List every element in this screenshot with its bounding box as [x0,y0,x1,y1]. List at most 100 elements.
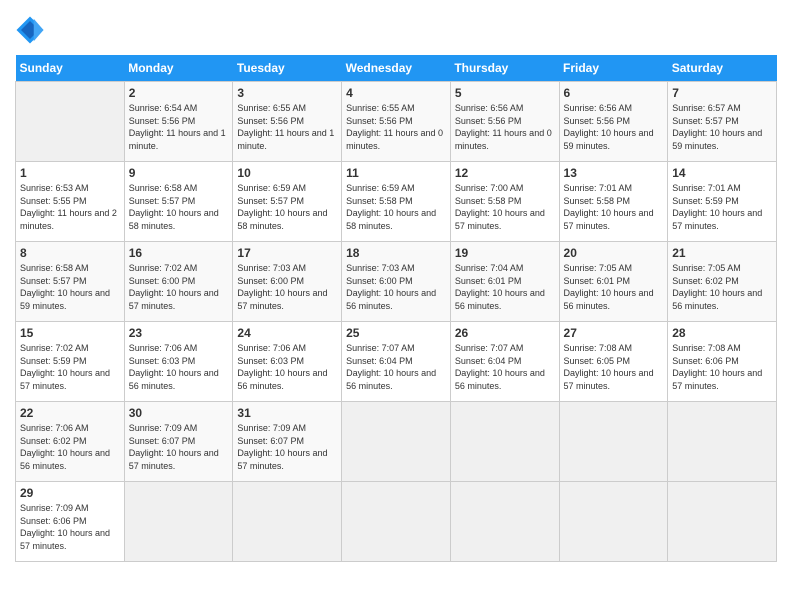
calendar-week-row: 2 Sunrise: 6:54 AMSunset: 5:56 PMDaylight… [16,82,777,162]
day-number: 4 [346,86,446,100]
day-info: Sunrise: 7:02 AMSunset: 5:59 PMDaylight:… [20,342,120,392]
calendar-day-cell: 19 Sunrise: 7:04 AMSunset: 6:01 PMDayligh… [450,242,559,322]
day-number: 18 [346,246,446,260]
day-number: 7 [672,86,772,100]
calendar-day-cell [124,482,233,562]
weekday-header: Monday [124,55,233,82]
day-info: Sunrise: 6:55 AMSunset: 5:56 PMDaylight:… [346,102,446,152]
day-info: Sunrise: 7:09 AMSunset: 6:06 PMDaylight:… [20,502,120,552]
calendar-week-row: 15 Sunrise: 7:02 AMSunset: 5:59 PMDayligh… [16,322,777,402]
day-info: Sunrise: 6:55 AMSunset: 5:56 PMDaylight:… [237,102,337,152]
calendar-week-row: 22Sunrise: 7:06 AMSunset: 6:02 PMDayligh… [16,402,777,482]
day-number: 10 [237,166,337,180]
day-number: 26 [455,326,555,340]
calendar-week-row: 29 Sunrise: 7:09 AMSunset: 6:06 PMDayligh… [16,482,777,562]
day-number: 29 [20,486,120,500]
day-number: 14 [672,166,772,180]
weekday-header: Saturday [668,55,777,82]
calendar-day-cell: 31 Sunrise: 7:09 AMSunset: 6:07 PMDayligh… [233,402,342,482]
day-number: 25 [346,326,446,340]
day-number: 23 [129,326,229,340]
calendar-day-cell [559,402,668,482]
weekday-header: Tuesday [233,55,342,82]
day-number: 9 [129,166,229,180]
day-number: 15 [20,326,120,340]
calendar-day-cell: 15 Sunrise: 7:02 AMSunset: 5:59 PMDayligh… [16,322,125,402]
day-number: 3 [237,86,337,100]
day-number: 19 [455,246,555,260]
calendar-day-cell: 28 Sunrise: 7:08 AMSunset: 6:06 PMDayligh… [668,322,777,402]
calendar-day-cell [342,402,451,482]
day-number: 13 [564,166,664,180]
day-info: Sunrise: 6:56 AMSunset: 5:56 PMDaylight:… [455,102,555,152]
calendar-day-cell [559,482,668,562]
day-number: 30 [129,406,229,420]
logo [15,15,47,45]
day-number: 22 [20,406,120,420]
calendar-day-cell: 25 Sunrise: 7:07 AMSunset: 6:04 PMDayligh… [342,322,451,402]
day-info: Sunrise: 7:09 AMSunset: 6:07 PMDaylight:… [237,422,337,472]
day-number: 28 [672,326,772,340]
day-info: Sunrise: 7:03 AMSunset: 6:00 PMDaylight:… [237,262,337,312]
calendar-day-cell: 24Sunrise: 7:06 AMSunset: 6:03 PMDayligh… [233,322,342,402]
day-info: Sunrise: 6:53 AMSunset: 5:55 PMDaylight:… [20,182,120,232]
calendar-day-cell [233,482,342,562]
day-info: Sunrise: 6:59 AMSunset: 5:57 PMDaylight:… [237,182,337,232]
day-number: 17 [237,246,337,260]
calendar-day-cell: 14Sunrise: 7:01 AMSunset: 5:59 PMDayligh… [668,162,777,242]
weekday-header: Sunday [16,55,125,82]
calendar-table: SundayMondayTuesdayWednesdayThursdayFrid… [15,55,777,562]
calendar-day-cell: 30 Sunrise: 7:09 AMSunset: 6:07 PMDayligh… [124,402,233,482]
calendar-day-cell: 17 Sunrise: 7:03 AMSunset: 6:00 PMDayligh… [233,242,342,322]
calendar-day-cell: 7 Sunrise: 6:57 AMSunset: 5:57 PMDaylight… [668,82,777,162]
calendar-day-cell: 2 Sunrise: 6:54 AMSunset: 5:56 PMDaylight… [124,82,233,162]
day-info: Sunrise: 7:03 AMSunset: 6:00 PMDaylight:… [346,262,446,312]
calendar-day-cell: 23 Sunrise: 7:06 AMSunset: 6:03 PMDayligh… [124,322,233,402]
weekday-header: Friday [559,55,668,82]
calendar-day-cell: 27Sunrise: 7:08 AMSunset: 6:05 PMDayligh… [559,322,668,402]
calendar-day-cell: 4 Sunrise: 6:55 AMSunset: 5:56 PMDaylight… [342,82,451,162]
day-number: 2 [129,86,229,100]
calendar-day-cell: 12Sunrise: 7:00 AMSunset: 5:58 PMDayligh… [450,162,559,242]
day-info: Sunrise: 6:54 AMSunset: 5:56 PMDaylight:… [129,102,229,152]
calendar-day-cell: 13 Sunrise: 7:01 AMSunset: 5:58 PMDayligh… [559,162,668,242]
day-info: Sunrise: 7:06 AMSunset: 6:03 PMDaylight:… [129,342,229,392]
day-number: 8 [20,246,120,260]
calendar-day-cell [450,482,559,562]
calendar-day-cell: 20Sunrise: 7:05 AMSunset: 6:01 PMDayligh… [559,242,668,322]
day-info: Sunrise: 7:00 AMSunset: 5:58 PMDaylight:… [455,182,555,232]
day-info: Sunrise: 7:08 AMSunset: 6:06 PMDaylight:… [672,342,772,392]
calendar-day-cell [450,402,559,482]
day-number: 21 [672,246,772,260]
day-info: Sunrise: 6:58 AMSunset: 5:57 PMDaylight:… [129,182,229,232]
day-info: Sunrise: 6:57 AMSunset: 5:57 PMDaylight:… [672,102,772,152]
day-info: Sunrise: 7:04 AMSunset: 6:01 PMDaylight:… [455,262,555,312]
calendar-day-cell: 16Sunrise: 7:02 AMSunset: 6:00 PMDayligh… [124,242,233,322]
day-number: 31 [237,406,337,420]
calendar-day-cell [342,482,451,562]
day-info: Sunrise: 7:05 AMSunset: 6:02 PMDaylight:… [672,262,772,312]
calendar-day-cell: 3 Sunrise: 6:55 AMSunset: 5:56 PMDaylight… [233,82,342,162]
page-header [15,15,777,45]
weekday-header: Thursday [450,55,559,82]
calendar-day-cell: 10 Sunrise: 6:59 AMSunset: 5:57 PMDayligh… [233,162,342,242]
calendar-week-row: 8Sunrise: 6:58 AMSunset: 5:57 PMDaylight… [16,242,777,322]
calendar-day-cell: 11 Sunrise: 6:59 AMSunset: 5:58 PMDayligh… [342,162,451,242]
day-info: Sunrise: 6:59 AMSunset: 5:58 PMDaylight:… [346,182,446,232]
day-info: Sunrise: 7:05 AMSunset: 6:01 PMDaylight:… [564,262,664,312]
calendar-day-cell: 21 Sunrise: 7:05 AMSunset: 6:02 PMDayligh… [668,242,777,322]
calendar-day-cell: 9 Sunrise: 6:58 AMSunset: 5:57 PMDaylight… [124,162,233,242]
calendar-day-cell: 1 Sunrise: 6:53 AMSunset: 5:55 PMDaylight… [16,162,125,242]
day-number: 1 [20,166,120,180]
day-info: Sunrise: 7:07 AMSunset: 6:04 PMDaylight:… [346,342,446,392]
day-number: 16 [129,246,229,260]
calendar-day-cell: 26Sunrise: 7:07 AMSunset: 6:04 PMDayligh… [450,322,559,402]
calendar-day-cell: 22Sunrise: 7:06 AMSunset: 6:02 PMDayligh… [16,402,125,482]
day-info: Sunrise: 7:09 AMSunset: 6:07 PMDaylight:… [129,422,229,472]
calendar-day-cell: 6Sunrise: 6:56 AMSunset: 5:56 PMDaylight… [559,82,668,162]
day-info: Sunrise: 7:08 AMSunset: 6:05 PMDaylight:… [564,342,664,392]
weekday-header-row: SundayMondayTuesdayWednesdayThursdayFrid… [16,55,777,82]
day-number: 11 [346,166,446,180]
day-info: Sunrise: 7:01 AMSunset: 5:58 PMDaylight:… [564,182,664,232]
calendar-day-cell: 29 Sunrise: 7:09 AMSunset: 6:06 PMDayligh… [16,482,125,562]
